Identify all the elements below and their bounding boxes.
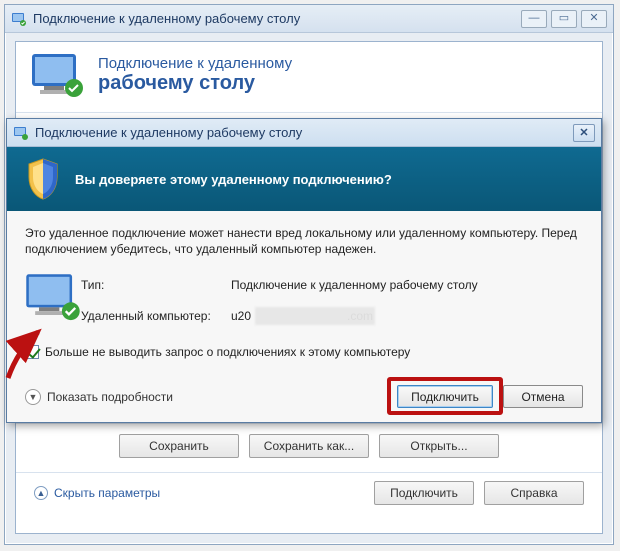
save-as-button[interactable]: Сохранить как... — [249, 434, 369, 458]
hide-params-link[interactable]: ▲ Скрыть параметры — [34, 486, 160, 500]
main-header-line2: рабочему столу — [98, 72, 292, 95]
bg-help-button[interactable]: Справка — [484, 481, 584, 505]
type-label: Тип: — [81, 278, 231, 292]
dialog-question: Вы доверяете этому удаленному подключени… — [75, 172, 392, 187]
maximize-button[interactable]: ▭ — [551, 10, 577, 28]
trust-dialog: Подключение к удаленному рабочему столу … — [6, 118, 602, 423]
save-button[interactable]: Сохранить — [119, 434, 239, 458]
dont-ask-row[interactable]: Больше не выводить запрос о подключениях… — [25, 345, 583, 359]
show-details-label: Показать подробности — [47, 390, 173, 404]
rdp-icon — [13, 125, 29, 141]
chevron-up-icon: ▲ — [34, 486, 48, 500]
rdp-icon — [11, 11, 27, 27]
rdp-medium-icon — [25, 313, 81, 327]
connect-button[interactable]: Подключить — [397, 385, 493, 408]
main-window-titlebar: Подключение к удаленному рабочему столу … — [5, 5, 613, 33]
dont-ask-checkbox[interactable] — [25, 345, 39, 359]
hide-params-label: Скрыть параметры — [54, 486, 160, 500]
remote-computer-label: Удаленный компьютер: — [81, 309, 231, 323]
cancel-button[interactable]: Отмена — [503, 385, 583, 408]
type-value: Подключение к удаленному рабочему столу — [231, 278, 583, 292]
masked-hostname — [255, 307, 375, 325]
dialog-band: Вы доверяете этому удаленному подключени… — [7, 147, 601, 211]
dialog-body-text: Это удаленное подключение может нанести … — [25, 225, 583, 257]
close-main-button[interactable]: ✕ — [581, 10, 607, 28]
main-window-lower: Сохранить Сохранить как... Открыть... ▲ … — [16, 423, 602, 533]
bg-connect-button[interactable]: Подключить — [374, 481, 474, 505]
show-details-toggle[interactable]: ▼ Показать подробности — [25, 389, 173, 405]
main-window-header: Подключение к удаленному рабочему столу — [16, 42, 602, 113]
dialog-close-button[interactable]: ✕ — [573, 124, 595, 142]
shield-icon — [25, 157, 61, 201]
dialog-title: Подключение к удаленному рабочему столу — [35, 125, 302, 140]
dialog-content: Это удаленное подключение может нанести … — [7, 211, 601, 385]
rdp-large-icon — [30, 52, 84, 98]
minimize-button[interactable]: — — [521, 10, 547, 28]
main-window-title: Подключение к удаленному рабочему столу — [33, 11, 300, 26]
dialog-titlebar: Подключение к удаленному рабочему столу … — [7, 119, 601, 147]
main-header-line1: Подключение к удаленному — [98, 55, 292, 72]
open-button[interactable]: Открыть... — [379, 434, 499, 458]
chevron-down-icon: ▼ — [25, 389, 41, 405]
remote-computer-value: u20xxxxxxxxxxxxxxxx.com — [231, 309, 583, 323]
dont-ask-label: Больше не выводить запрос о подключениях… — [45, 345, 410, 359]
